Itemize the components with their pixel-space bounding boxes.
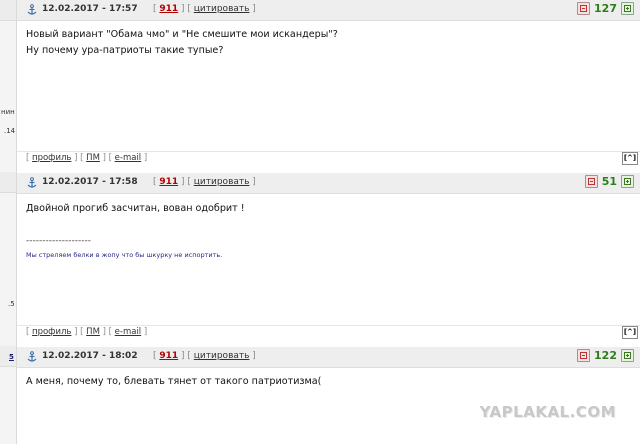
- rating-value: 122: [594, 349, 617, 362]
- post-text-line: А меня, почему то, блевать тянет от тако…: [26, 376, 322, 387]
- post-text-line: Двойной прогиб засчитан, вован одобрит !: [26, 203, 245, 214]
- profile-link[interactable]: профиль: [32, 153, 71, 163]
- post-rating: 51: [584, 175, 634, 188]
- author-info-snippet: .5: [8, 300, 15, 308]
- author-info-snippet: .14: [4, 127, 16, 135]
- author-band: [0, 172, 16, 193]
- quote-link[interactable]: цитировать: [194, 351, 250, 361]
- anchor-icon[interactable]: [26, 351, 38, 363]
- post-links: [ 911 ] [ цитировать ]: [153, 351, 256, 361]
- rate-up-icon[interactable]: [621, 175, 634, 188]
- post-body: Новый вариант "Обама чмо" и "Не смешите …: [17, 27, 640, 59]
- scroll-top-button[interactable]: [^]: [622, 152, 638, 165]
- rate-up-icon[interactable]: [621, 2, 634, 15]
- post-links: [ 911 ] [ цитировать ]: [153, 4, 256, 14]
- anchor-icon[interactable]: [26, 177, 38, 189]
- pm-link[interactable]: ПМ: [86, 153, 100, 163]
- post-header: 12.02.2017 - 18:02 [ 911 ] [ цитировать …: [17, 347, 640, 368]
- post-body: Двойной прогиб засчитан, вован одобрит !: [17, 201, 640, 217]
- anchor-icon[interactable]: [26, 4, 38, 16]
- post-date: 12.02.2017 - 17:57: [42, 4, 138, 14]
- signature-text: Мы стреляем белки в жопу что бы шкурку н…: [26, 251, 223, 259]
- post-date: 12.02.2017 - 17:58: [42, 177, 138, 187]
- scroll-top-button[interactable]: [^]: [622, 326, 638, 339]
- post-footer: [ профиль ] [ ПМ ] [ e-mail ] [^]: [17, 325, 640, 340]
- author-column: нин .14 .5 5: [0, 0, 17, 444]
- quote-link[interactable]: цитировать: [194, 177, 250, 187]
- rate-down-icon[interactable]: [577, 349, 591, 362]
- post-links: [ 911 ] [ цитировать ]: [153, 177, 256, 187]
- quote-link[interactable]: цитировать: [194, 4, 250, 14]
- rate-down-icon[interactable]: [584, 175, 598, 188]
- author-band: [0, 0, 16, 21]
- rate-up-icon[interactable]: [621, 349, 634, 362]
- post-number-link[interactable]: 911: [159, 177, 178, 187]
- post-header: 12.02.2017 - 17:58 [ 911 ] [ цитировать …: [17, 173, 640, 194]
- post-text-line: Ну почему ура-патриоты такие тупые?: [26, 45, 224, 56]
- rating-value: 127: [594, 2, 617, 15]
- post-body: А меня, почему то, блевать тянет от тако…: [17, 374, 640, 390]
- rating-value: 51: [601, 175, 617, 188]
- profile-link[interactable]: профиль: [32, 327, 71, 337]
- post-date: 12.02.2017 - 18:02: [42, 351, 138, 361]
- post-number-link[interactable]: 911: [159, 351, 178, 361]
- site-watermark-logo: YAPLAKAL.COM: [479, 403, 616, 421]
- signature-separator: --------------------: [26, 236, 91, 246]
- email-link[interactable]: e-mail: [115, 153, 142, 163]
- pm-link[interactable]: ПМ: [86, 327, 100, 337]
- post-footer: [ профиль ] [ ПМ ] [ e-mail ] [^]: [17, 151, 640, 166]
- rate-down-icon[interactable]: [577, 2, 591, 15]
- post-text-line: Новый вариант "Обама чмо" и "Не смешите …: [26, 29, 338, 40]
- author-info-snippet: нин: [1, 108, 15, 116]
- post-header: 12.02.2017 - 17:57 [ 911 ] [ цитировать …: [17, 0, 640, 21]
- post-rating: 122: [577, 349, 634, 362]
- post-rating: 127: [577, 2, 634, 15]
- post-number-link[interactable]: 911: [159, 4, 178, 14]
- email-link[interactable]: e-mail: [115, 327, 142, 337]
- author-name-snippet[interactable]: 5: [9, 353, 14, 361]
